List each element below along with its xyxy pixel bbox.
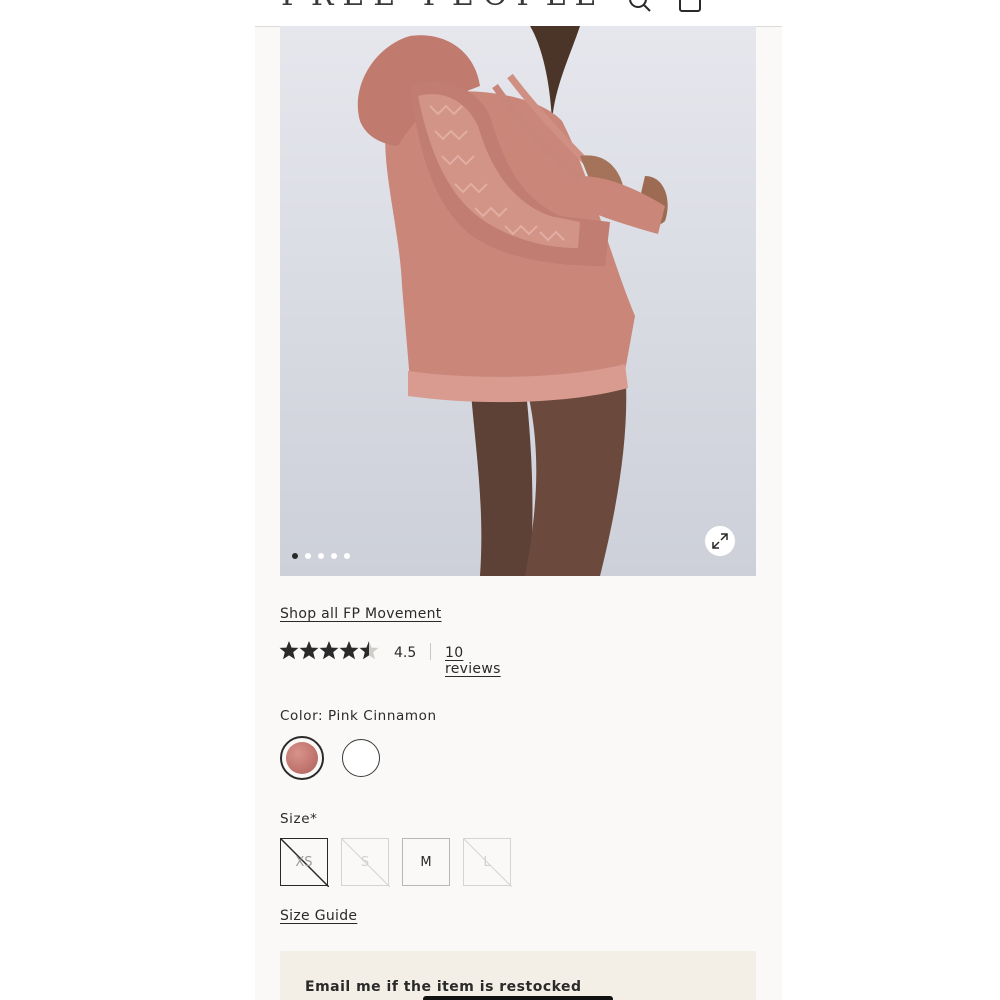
- size-option-label: XS: [295, 854, 313, 870]
- carousel-dot[interactable]: [305, 553, 311, 559]
- carousel-dot[interactable]: [318, 553, 324, 559]
- size-option-label: L: [483, 854, 491, 870]
- rating-stars: [279, 641, 379, 660]
- carousel-dots: [292, 553, 350, 559]
- carousel-dot[interactable]: [292, 553, 298, 559]
- shopping-bag-icon[interactable]: [677, 0, 703, 14]
- restock-notification-panel: Email me if the item is restocked: [280, 951, 756, 1000]
- star-icon: [279, 641, 299, 660]
- size-option-s[interactable]: S: [341, 838, 390, 887]
- half-star-icon: [359, 641, 379, 660]
- size-option-l[interactable]: L: [463, 838, 512, 887]
- expand-icon: [712, 533, 728, 549]
- swatch-fill: [286, 742, 318, 774]
- size-option-xs[interactable]: XS: [280, 838, 329, 887]
- mobile-screen: FREE PEOPLE: [255, 0, 782, 1000]
- brand-logo[interactable]: FREE PEOPLE: [281, 0, 605, 13]
- rating-value: 4.5: [394, 645, 417, 661]
- product-photo-illustration: [357, 26, 668, 576]
- restock-heading: Email me if the item is restocked: [305, 979, 582, 995]
- rating-divider: [430, 643, 431, 660]
- color-swatch-white[interactable]: [342, 739, 380, 777]
- size-option-label: M: [420, 854, 432, 870]
- carousel-dot[interactable]: [331, 553, 337, 559]
- size-option-label: S: [360, 854, 370, 870]
- shop-all-fp-movement-link[interactable]: Shop all FP Movement: [280, 606, 442, 622]
- search-icon[interactable]: [627, 0, 653, 14]
- size-guide-link[interactable]: Size Guide: [280, 908, 357, 924]
- expand-image-button[interactable]: [705, 526, 735, 556]
- star-icon: [319, 641, 339, 660]
- product-image[interactable]: [280, 26, 756, 576]
- carousel-dot[interactable]: [344, 553, 350, 559]
- color-swatch-pink-cinnamon[interactable]: [280, 736, 324, 780]
- star-icon: [339, 641, 359, 660]
- star-icon: [299, 641, 319, 660]
- size-option-m[interactable]: M: [402, 838, 450, 886]
- color-label: Color: Pink Cinnamon: [280, 708, 437, 724]
- home-indicator: [423, 996, 613, 1000]
- top-bar: FREE PEOPLE: [255, 0, 782, 27]
- size-label: Size*: [280, 811, 318, 827]
- reviews-link[interactable]: 10 reviews: [445, 645, 501, 677]
